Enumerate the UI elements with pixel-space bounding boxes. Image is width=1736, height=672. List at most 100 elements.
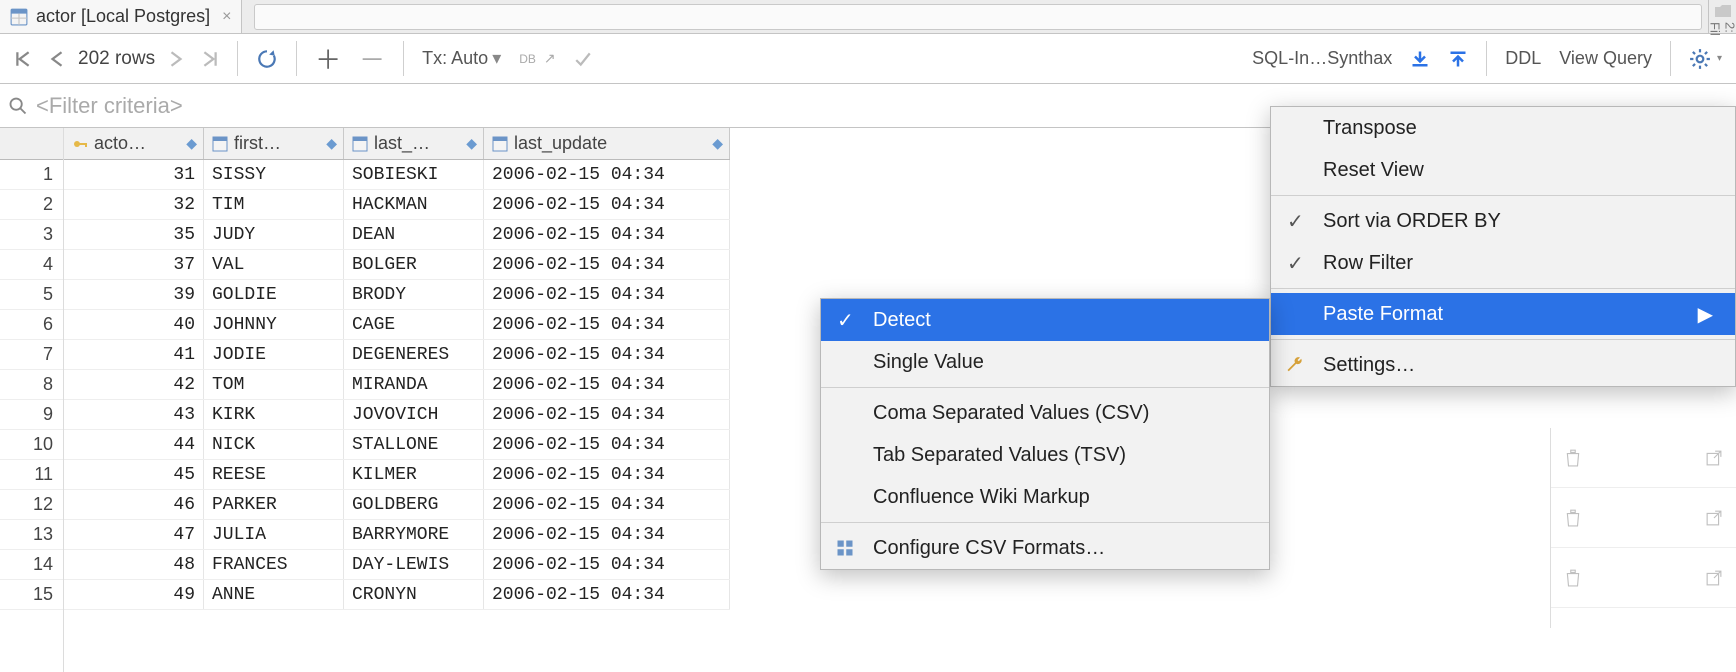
menu-transpose[interactable]: Transpose [1271, 107, 1735, 149]
menu-reset-view[interactable]: Reset View [1271, 149, 1735, 191]
cell-actor-id[interactable]: 48 [64, 550, 204, 579]
cell-last-name[interactable]: HACKMAN [344, 190, 484, 219]
cell-first-name[interactable]: JULIA [204, 520, 344, 549]
editor-tab[interactable]: actor [Local Postgres] × [0, 0, 242, 33]
tx-mode-button[interactable]: Tx: Auto ▾ [418, 46, 505, 71]
sort-icon[interactable]: ◆ [326, 135, 337, 152]
remove-row-button[interactable]: － [355, 38, 389, 79]
cell-actor-id[interactable]: 31 [64, 160, 204, 189]
cell-actor-id[interactable]: 37 [64, 250, 204, 279]
cell-last-name[interactable]: GOLDBERG [344, 490, 484, 519]
cell-last-update[interactable]: 2006-02-15 04:34 [484, 490, 730, 519]
cell-last-update[interactable]: 2006-02-15 04:34 [484, 370, 730, 399]
row-number[interactable]: 8 [0, 370, 63, 400]
cell-last-name[interactable]: BRODY [344, 280, 484, 309]
table-row[interactable]: 48FRANCESDAY-LEWIS2006-02-15 04:34 [64, 550, 730, 580]
menu-sort-order-by[interactable]: ✓Sort via ORDER BY [1271, 200, 1735, 242]
table-row[interactable]: 35JUDYDEAN2006-02-15 04:34 [64, 220, 730, 250]
cell-first-name[interactable]: REESE [204, 460, 344, 489]
cell-actor-id[interactable]: 43 [64, 400, 204, 429]
row-number[interactable]: 4 [0, 250, 63, 280]
cell-actor-id[interactable]: 40 [64, 310, 204, 339]
row-number[interactable]: 3 [0, 220, 63, 250]
row-number[interactable]: 11 [0, 460, 63, 490]
table-row[interactable]: 41JODIEDEGENERES2006-02-15 04:34 [64, 340, 730, 370]
cell-last-name[interactable]: CAGE [344, 310, 484, 339]
col-last-update[interactable]: last_update ◆ [484, 128, 730, 159]
submenu-csv[interactable]: Coma Separated Values (CSV) [821, 392, 1269, 434]
cell-first-name[interactable]: GOLDIE [204, 280, 344, 309]
db-button[interactable]: DB↗ [515, 46, 559, 71]
cell-actor-id[interactable]: 35 [64, 220, 204, 249]
table-row[interactable]: 49ANNECRONYN2006-02-15 04:34 [64, 580, 730, 610]
cell-actor-id[interactable]: 47 [64, 520, 204, 549]
refresh-button[interactable] [252, 46, 282, 72]
cell-actor-id[interactable]: 32 [64, 190, 204, 219]
submenu-detect[interactable]: ✓Detect [821, 299, 1269, 341]
gutter-corner[interactable] [0, 128, 63, 160]
row-number[interactable]: 10 [0, 430, 63, 460]
cell-last-update[interactable]: 2006-02-15 04:34 [484, 220, 730, 249]
table-row[interactable]: 40JOHNNYCAGE2006-02-15 04:34 [64, 310, 730, 340]
table-row[interactable]: 37VALBOLGER2006-02-15 04:34 [64, 250, 730, 280]
row-number[interactable]: 2 [0, 190, 63, 220]
settings-gear-button[interactable]: ▾ [1685, 46, 1726, 72]
cell-last-name[interactable]: KILMER [344, 460, 484, 489]
cell-actor-id[interactable]: 49 [64, 580, 204, 609]
ddl-button[interactable]: DDL [1501, 46, 1545, 71]
cell-last-update[interactable]: 2006-02-15 04:34 [484, 460, 730, 489]
cell-first-name[interactable]: JOHNNY [204, 310, 344, 339]
prev-page-button[interactable] [46, 48, 68, 70]
table-row[interactable]: 45REESEKILMER2006-02-15 04:34 [64, 460, 730, 490]
cell-actor-id[interactable]: 42 [64, 370, 204, 399]
side-panel-row[interactable] [1551, 488, 1736, 548]
cell-actor-id[interactable]: 39 [64, 280, 204, 309]
cell-last-update[interactable]: 2006-02-15 04:34 [484, 160, 730, 189]
submenu-single-value[interactable]: Single Value [821, 341, 1269, 383]
table-row[interactable]: 47JULIABARRYMORE2006-02-15 04:34 [64, 520, 730, 550]
cell-last-update[interactable]: 2006-02-15 04:34 [484, 580, 730, 609]
table-row[interactable]: 39GOLDIEBRODY2006-02-15 04:34 [64, 280, 730, 310]
cell-first-name[interactable]: VAL [204, 250, 344, 279]
cell-first-name[interactable]: ANNE [204, 580, 344, 609]
tab-search-input[interactable] [254, 4, 1702, 30]
cell-actor-id[interactable]: 45 [64, 460, 204, 489]
col-first-name[interactable]: first… ◆ [204, 128, 344, 159]
table-row[interactable]: 32TIMHACKMAN2006-02-15 04:34 [64, 190, 730, 220]
cell-first-name[interactable]: TOM [204, 370, 344, 399]
col-last-name[interactable]: last_… ◆ [344, 128, 484, 159]
cell-last-name[interactable]: MIRANDA [344, 370, 484, 399]
menu-row-filter[interactable]: ✓Row Filter [1271, 242, 1735, 284]
table-row[interactable]: 31SISSYSOBIESKI2006-02-15 04:34 [64, 160, 730, 190]
add-row-button[interactable]: ＋ [311, 38, 345, 79]
view-query-button[interactable]: View Query [1555, 46, 1656, 71]
row-number[interactable]: 7 [0, 340, 63, 370]
cell-last-update[interactable]: 2006-02-15 04:34 [484, 340, 730, 369]
menu-settings[interactable]: Settings… [1271, 344, 1735, 386]
submenu-tsv[interactable]: Tab Separated Values (TSV) [821, 434, 1269, 476]
cell-actor-id[interactable]: 44 [64, 430, 204, 459]
sort-icon[interactable]: ◆ [186, 135, 197, 152]
cell-last-update[interactable]: 2006-02-15 04:34 [484, 280, 730, 309]
cell-last-update[interactable]: 2006-02-15 04:34 [484, 430, 730, 459]
table-row[interactable]: 46PARKERGOLDBERG2006-02-15 04:34 [64, 490, 730, 520]
cell-last-name[interactable]: BOLGER [344, 250, 484, 279]
cell-first-name[interactable]: TIM [204, 190, 344, 219]
cell-first-name[interactable]: KIRK [204, 400, 344, 429]
cell-last-name[interactable]: DAY-LEWIS [344, 550, 484, 579]
next-page-button[interactable] [165, 48, 187, 70]
last-page-button[interactable] [197, 48, 223, 70]
side-panel-row[interactable] [1551, 548, 1736, 608]
row-number[interactable]: 12 [0, 490, 63, 520]
cell-last-name[interactable]: CRONYN [344, 580, 484, 609]
table-row[interactable]: 43KIRKJOVOVICH2006-02-15 04:34 [64, 400, 730, 430]
cell-first-name[interactable]: JODIE [204, 340, 344, 369]
side-panel-row[interactable] [1551, 428, 1736, 488]
row-number[interactable]: 1 [0, 160, 63, 190]
cell-last-name[interactable]: STALLONE [344, 430, 484, 459]
row-number[interactable]: 5 [0, 280, 63, 310]
menu-paste-format[interactable]: Paste Format▶ [1271, 293, 1735, 335]
row-number[interactable]: 9 [0, 400, 63, 430]
submenu-confluence[interactable]: Confluence Wiki Markup [821, 476, 1269, 518]
cell-last-name[interactable]: JOVOVICH [344, 400, 484, 429]
